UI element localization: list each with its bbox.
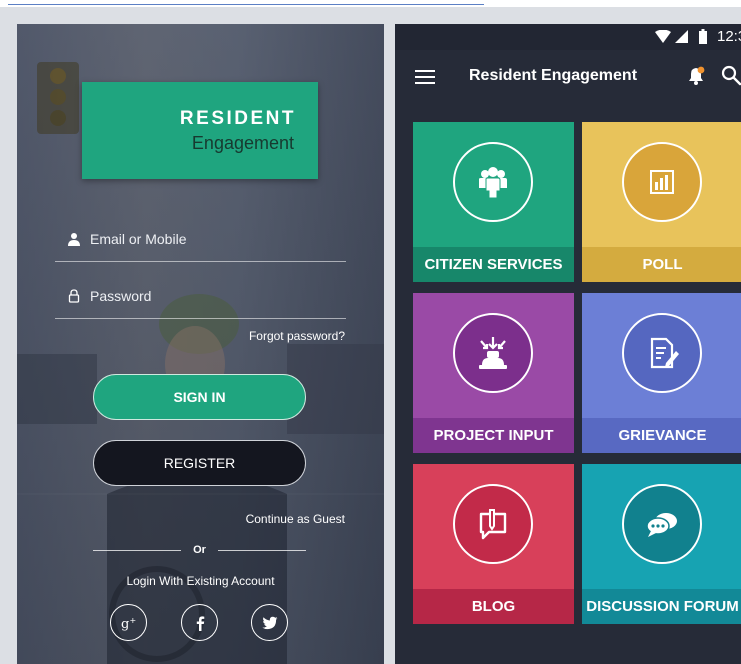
chat-bubbles-icon <box>646 513 677 537</box>
existing-account-label: Login With Existing Account <box>126 574 275 588</box>
tile-label: PROJECT INPUT <box>413 418 574 453</box>
tile-label: POLL <box>582 247 741 282</box>
blog-icon-circle <box>453 484 533 564</box>
twitter-icon <box>261 616 277 629</box>
tile-citizen-services[interactable]: CITIZEN SERVICES <box>413 122 574 282</box>
email-field[interactable] <box>55 222 346 262</box>
password-field[interactable] <box>55 279 346 319</box>
search-icon[interactable] <box>721 65 741 87</box>
lock-icon <box>68 289 80 303</box>
tile-blog[interactable]: BLOG <box>413 464 574 624</box>
tile-poll[interactable]: POLL <box>582 122 741 282</box>
status-bar: 12:3 <box>395 24 741 50</box>
dashboard-screen: 12:3 Resident Engagement CITIZEN SERV <box>395 24 741 664</box>
facebook-button[interactable] <box>181 604 218 641</box>
brand-logo: RESIDENT Engagement <box>82 82 318 179</box>
brand-title: RESIDENT <box>179 108 296 129</box>
top-divider-line <box>8 4 484 5</box>
login-screen: RESIDENT Engagement Forgot password? SIG… <box>17 24 384 664</box>
people-icon <box>479 167 507 199</box>
divider-line-right <box>218 550 306 551</box>
svg-text:+: + <box>129 616 136 625</box>
continue-as-guest-link[interactable]: Continue as Guest <box>246 512 345 526</box>
tile-grievance[interactable]: GRIEVANCE <box>582 293 741 453</box>
tile-label: DISCUSSION FORUM <box>582 589 741 624</box>
document-edit-icon <box>650 337 679 369</box>
signal-icon <box>675 30 688 43</box>
or-divider: Or <box>93 544 306 558</box>
facebook-icon <box>196 615 204 631</box>
twitter-button[interactable] <box>251 604 288 641</box>
bar-chart-icon <box>650 170 674 194</box>
email-input[interactable] <box>90 222 340 256</box>
tile-label: BLOG <box>413 589 574 624</box>
battery-icon <box>699 29 707 44</box>
tile-discussion-forum[interactable]: DISCUSSION FORUM <box>582 464 741 624</box>
poll-icon-circle <box>622 142 702 222</box>
app-title: Resident Engagement <box>469 67 638 84</box>
forgot-password-link[interactable]: Forgot password? <box>249 329 345 343</box>
discussion-forum-icon-circle <box>622 484 702 564</box>
google-plus-icon: g + <box>121 616 136 632</box>
tile-project-input[interactable]: PROJECT INPUT <box>413 293 574 453</box>
grievance-icon-circle <box>622 313 702 393</box>
svg-text:g: g <box>121 617 129 632</box>
app-bar: Resident Engagement <box>395 50 741 106</box>
sign-in-button[interactable]: SIGN IN <box>93 374 306 420</box>
project-input-icon <box>479 337 507 369</box>
citizen-services-icon-circle <box>453 142 533 222</box>
register-button[interactable]: REGISTER <box>93 440 306 486</box>
google-plus-button[interactable]: g + <box>110 604 147 641</box>
blog-icon <box>479 509 507 540</box>
hamburger-menu-icon[interactable] <box>415 70 435 84</box>
status-time: 12:3 <box>717 28 741 45</box>
project-input-icon-circle <box>453 313 533 393</box>
tile-label: GRIEVANCE <box>582 418 741 453</box>
password-input[interactable] <box>90 279 340 313</box>
brand-subtitle: Engagement <box>191 133 294 153</box>
wifi-icon <box>655 30 671 43</box>
user-icon <box>68 233 80 246</box>
tile-label: CITIZEN SERVICES <box>413 247 574 282</box>
notification-bell-icon[interactable] <box>687 66 705 86</box>
